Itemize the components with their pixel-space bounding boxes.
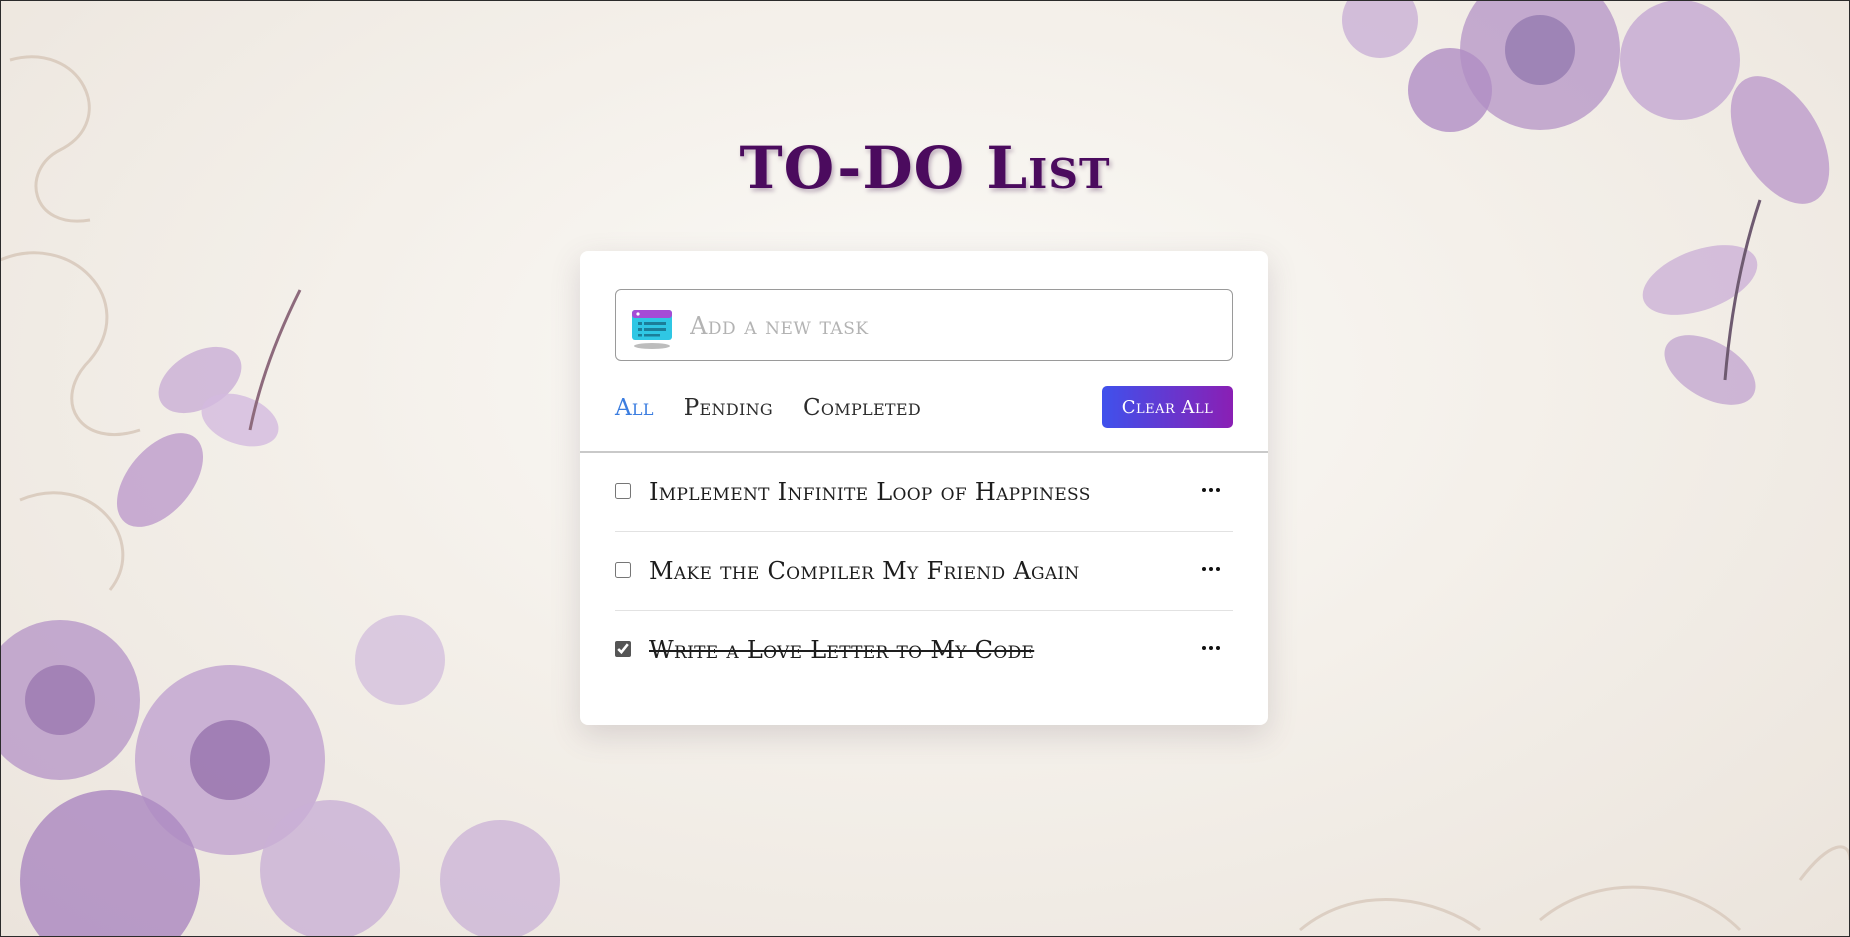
ellipsis-icon[interactable] (1199, 557, 1223, 581)
tab-all[interactable]: All (615, 393, 654, 423)
task-text: Write a Love Letter to My Code (649, 636, 1035, 664)
task-checkbox[interactable] (615, 483, 631, 499)
task-list-icon (632, 310, 672, 349)
task-item: Make the Compiler My Friend Again (615, 532, 1233, 611)
task-input-wrapper[interactable] (615, 289, 1233, 361)
task-item: Write a Love Letter to My Code (615, 611, 1233, 690)
ellipsis-icon[interactable] (1199, 478, 1223, 502)
filter-tabs: All Pending Completed (615, 393, 921, 423)
task-item: Implement Infinite Loop of Happiness (615, 453, 1233, 532)
task-input[interactable] (688, 302, 1222, 350)
clear-all-button[interactable]: Clear All (1102, 386, 1233, 428)
task-checkbox[interactable] (615, 641, 631, 657)
task-list: Implement Infinite Loop of Happiness Mak… (615, 453, 1233, 690)
page-title: TO-DO List (739, 134, 1111, 202)
tab-completed[interactable]: Completed (803, 393, 921, 423)
todo-card: All Pending Completed Clear All Implemen… (580, 251, 1268, 725)
task-checkbox[interactable] (615, 562, 631, 578)
task-text: Implement Infinite Loop of Happiness (649, 478, 1091, 506)
ellipsis-icon[interactable] (1199, 636, 1223, 660)
task-text: Make the Compiler My Friend Again (649, 557, 1080, 585)
tab-pending[interactable]: Pending (684, 393, 773, 423)
